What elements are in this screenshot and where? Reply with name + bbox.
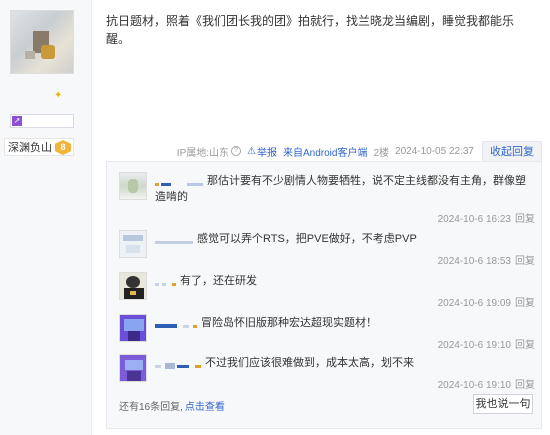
client-link[interactable]: 来自Android客户端 <box>283 148 367 159</box>
reply-button[interactable]: 回复 <box>515 298 535 309</box>
avatar-image-part <box>41 45 55 59</box>
reply-username[interactable] <box>155 358 201 370</box>
reply-body: 感觉可以弄个RTS，把PVE做好，不考虑PVP <box>155 231 535 247</box>
reply-time: 2024-10-6 19:09 回复 <box>438 294 535 309</box>
post-meta: IP属地:山东 ? ⚠ 举报 来自Android客户端 2楼 2024-10-0… <box>171 143 474 159</box>
list-item: 那估计要有不少剧情人物要牺牲，说不定主线都没有主角，群像塑造啃的 2024-10… <box>119 172 535 225</box>
report-link[interactable]: 举报 <box>257 144 277 159</box>
avatar[interactable] <box>119 230 147 258</box>
reply-time: 2024-10-6 19:10 回复 <box>438 336 535 351</box>
list-item: 有了，还在研发 2024-10-6 19:09 回复 <box>119 272 535 312</box>
client-label: 来自Android客户端 <box>283 144 367 159</box>
reply-username[interactable] <box>155 276 176 286</box>
avatar[interactable] <box>119 172 147 200</box>
view-more-link[interactable]: 点击查看 <box>185 402 225 413</box>
ip-location: IP属地:山东 <box>176 147 230 159</box>
reply-timestamp: 2024-10-6 19:10 <box>437 340 511 351</box>
floor-number: 2楼 <box>373 147 390 159</box>
reply-username[interactable] <box>155 176 203 186</box>
reply-time: 2024-10-6 19:10 回复 <box>438 376 535 391</box>
reply-body: 那估计要有不少剧情人物要牺牲，说不定主线都没有主角，群像塑造啃的 <box>155 173 535 205</box>
author-level-box[interactable]: 深渊负山 8 <box>4 138 74 156</box>
reply-timestamp: 2024-10-6 16:23 <box>437 214 511 225</box>
reply-button[interactable]: 回复 <box>515 256 535 267</box>
reply-button[interactable]: 回复 <box>515 380 535 391</box>
reply-username[interactable] <box>155 234 193 244</box>
reply-time: 2024-10-6 16:23 回复 <box>438 210 535 225</box>
collapse-replies-button[interactable]: 收起回复 <box>482 141 542 161</box>
avatar-image-part <box>25 51 35 59</box>
member-badge[interactable]: ↗ <box>10 114 74 128</box>
reply-username[interactable] <box>155 318 197 329</box>
reply-text: 那估计要有不少剧情人物要牺牲，说不定主线都没有主角，群像塑造啃的 <box>155 175 526 203</box>
reply-timestamp: 2024-10-6 19:09 <box>437 298 511 309</box>
reply-button[interactable]: 回复 <box>515 214 535 225</box>
reply-text: 不过我们应该很难做到，成本太高，划不来 <box>205 357 414 369</box>
author-sidebar: ✦ ↗ 深渊负山 8 <box>0 0 92 435</box>
level-badge: 8 <box>55 140 71 155</box>
list-item: 不过我们应该很难做到，成本太高，划不来 2024-10-6 19:10 回复 <box>119 354 535 394</box>
sparkle-icon: ✦ <box>54 90 63 101</box>
help-icon[interactable]: ? <box>231 146 242 156</box>
avatar[interactable] <box>119 272 147 300</box>
reply-text: 冒险岛怀旧版那种宏达超现实题材！ <box>201 317 377 329</box>
reply-time: 2024-10-6 18:53 回复 <box>438 252 535 267</box>
post-main: 抗日题材，照着《我们团长我的团》拍就行，找兰晓龙当编剧，睡觉我都能乐醒。 IP属… <box>92 0 550 435</box>
reply-text: 有了，还在研发 <box>180 275 257 287</box>
more-replies: 还有16条回复, 点击查看 <box>119 398 225 413</box>
list-item: 冒险岛怀旧版那种宏达超现实题材！ 2024-10-6 19:10 回复 <box>119 314 535 354</box>
list-item: 感觉可以弄个RTS，把PVE做好，不考虑PVP 2024-10-6 18:53 回… <box>119 230 535 270</box>
avatar[interactable] <box>119 314 147 342</box>
post-content: 抗日题材，照着《我们团长我的团》拍就行，找兰晓龙当编剧，睡觉我都能乐醒。 <box>106 14 515 46</box>
reply-timestamp: 2024-10-6 19:10 <box>437 380 511 391</box>
warning-icon: ⚠ <box>247 145 256 157</box>
more-replies-text: 还有16条回复, <box>119 402 183 413</box>
author-avatar[interactable] <box>10 10 74 74</box>
reply-list: 那估计要有不少剧情人物要牺牲，说不定主线都没有主角，群像塑造啃的 2024-10… <box>106 161 542 429</box>
reply-timestamp: 2024-10-6 18:53 <box>437 256 511 267</box>
reply-button[interactable]: 回复 <box>515 340 535 351</box>
reply-compose-button[interactable]: 我也说一句 <box>473 394 533 414</box>
avatar[interactable] <box>119 354 147 382</box>
reply-text: 感觉可以弄个RTS，把PVE做好，不考虑PVP <box>197 233 417 245</box>
author-name[interactable]: 深渊负山 <box>8 139 52 155</box>
reply-body: 有了，还在研发 <box>155 273 535 289</box>
reply-body: 冒险岛怀旧版那种宏达超现实题材！ <box>155 315 535 331</box>
member-icon: ↗ <box>12 116 22 126</box>
post-timestamp: 2024-10-05 22:37 <box>395 145 474 157</box>
reply-body: 不过我们应该很难做到，成本太高，划不来 <box>155 355 535 371</box>
